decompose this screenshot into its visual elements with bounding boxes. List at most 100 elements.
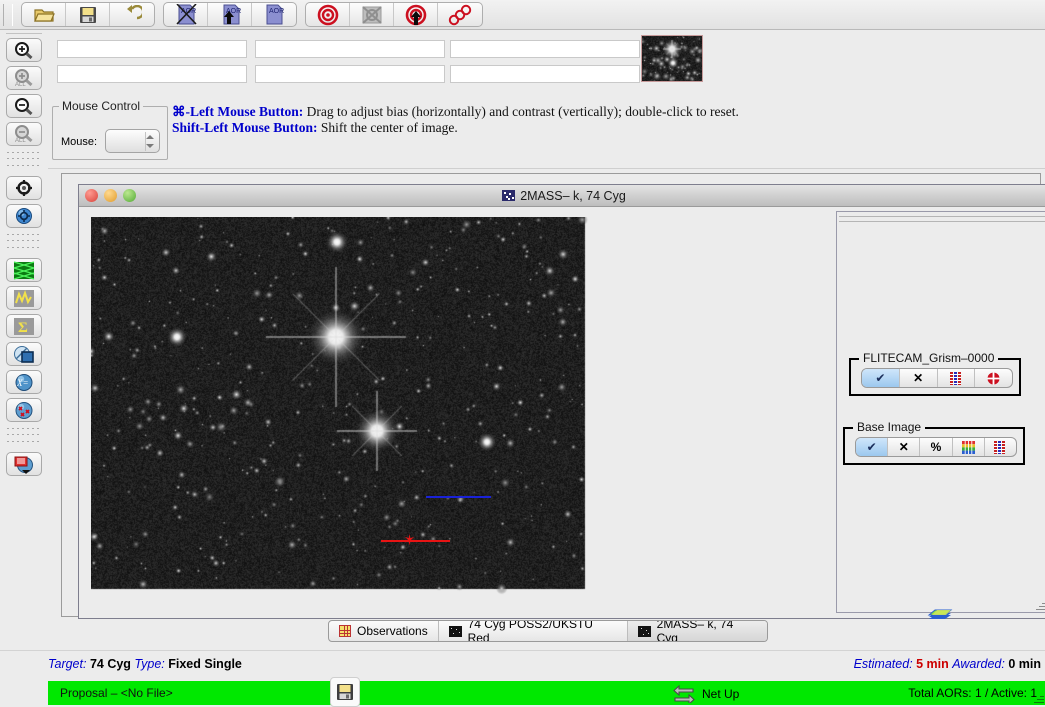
delete-aor-button[interactable]: AOR: [164, 3, 208, 26]
awarded-value: 0 min: [1008, 657, 1041, 671]
sky-thumb-icon: [502, 190, 516, 201]
tab-2mass[interactable]: 2MASS– k, 74 Cyg: [627, 621, 767, 641]
estimated-value: 5 min: [916, 657, 949, 671]
statistics-sigma-icon: Σ: [14, 317, 34, 336]
compute-button[interactable]: X=: [6, 370, 42, 394]
base-hide-button[interactable]: ✕: [888, 438, 921, 456]
mouse-help-text: ⌘-Left Mouse Button: Drag to adjust bias…: [172, 104, 872, 136]
zoom-in-all-button[interactable]: ALL: [6, 66, 42, 90]
target-disabled-button[interactable]: [350, 3, 394, 26]
instrument-hide-button[interactable]: ✕: [900, 369, 938, 387]
instrument-color-table-button[interactable]: [938, 369, 976, 387]
help-line-2: Shift-Left Mouse Button: Shift the cente…: [172, 120, 872, 136]
status-save-button[interactable]: [330, 677, 360, 707]
revert-arrow-icon: [127, 4, 142, 19]
grid-overlay-icon: [13, 260, 35, 280]
tab-poss2[interactable]: 74 Cyg POSS2/UKSTU Red: [439, 621, 628, 641]
markers-icon: [15, 401, 33, 419]
red-star-marker[interactable]: ✶: [402, 533, 417, 548]
crosshair-sphere-icon: [16, 208, 32, 224]
color-table-icon: [949, 371, 961, 385]
target-status-line: Target: 74 Cyg Type: Fixed Single Estima…: [0, 650, 1045, 678]
status-bar-left-gutter: [0, 681, 48, 705]
zoom-out-button[interactable]: [6, 94, 42, 118]
spinner-arrows[interactable]: [145, 132, 154, 151]
blue-slit-overlay[interactable]: [426, 496, 491, 498]
window-resize-grip[interactable]: [1034, 694, 1044, 704]
aor-new-icon: AOR: [266, 4, 284, 25]
layer-stack-icon[interactable]: [923, 606, 957, 624]
center-target-button[interactable]: [6, 176, 42, 200]
sky-image-viewport[interactable]: ✶: [91, 217, 824, 599]
target-status-right: Estimated: 5 min Awarded: 0 min: [854, 657, 1041, 671]
toolbar-group-aor: AOR AOR AOR: [163, 2, 297, 27]
form-field-6[interactable]: [450, 65, 640, 83]
layers-menu-icon: [14, 456, 33, 474]
revert-button[interactable]: [110, 3, 154, 26]
base-stretch-button[interactable]: %: [920, 438, 953, 456]
statistics-button[interactable]: Σ: [6, 314, 42, 338]
save-file-button[interactable]: [66, 3, 110, 26]
zoom-in-icon: [15, 42, 33, 59]
image-select-icon: [14, 345, 34, 363]
pane-divider-2: [839, 221, 1045, 222]
pane-resize-handle[interactable]: [1035, 600, 1045, 611]
internal-image-window: 2MASS– k, 74 Cyg ✶ FLITECAM_Grism–0000 ✔…: [78, 184, 1045, 619]
grid-overlay-button[interactable]: [6, 258, 42, 282]
base-color-table-button[interactable]: [985, 438, 1016, 456]
color-table-icon: [994, 440, 1006, 454]
help-value-1: Drag to adjust bias (horizontally) and c…: [303, 104, 739, 119]
aor-delete-icon: AOR: [175, 4, 197, 25]
recenter-image-button[interactable]: [6, 204, 42, 228]
tab-observations[interactable]: Observations: [329, 621, 439, 641]
linked-targets-button[interactable]: [438, 3, 482, 26]
awarded-label: Awarded:: [952, 657, 1005, 671]
network-status: Net Up: [673, 685, 739, 703]
form-field-2[interactable]: [255, 40, 445, 58]
form-field-1[interactable]: [57, 40, 247, 58]
aor-upload-icon: AOR: [223, 4, 241, 25]
zoom-in-button[interactable]: [6, 38, 42, 62]
sky-preview-thumbnail[interactable]: [641, 35, 703, 82]
palette-dot-divider: [0, 146, 48, 172]
chevron-down-icon[interactable]: [146, 144, 154, 149]
instrument-show-button[interactable]: ✔: [862, 369, 900, 387]
plot-profile-button[interactable]: [6, 286, 42, 310]
target-upload-icon: [405, 4, 426, 25]
form-field-4[interactable]: [57, 65, 247, 83]
base-show-button[interactable]: ✔: [856, 438, 889, 456]
instrument-center-target-button[interactable]: [975, 369, 1012, 387]
sky-thumb-icon: [637, 625, 651, 637]
target-label: Target:: [48, 657, 87, 671]
new-aor-button[interactable]: AOR: [252, 3, 296, 26]
open-file-button[interactable]: [22, 3, 66, 26]
target-plus-icon: [987, 372, 1000, 384]
upload-target-button[interactable]: [394, 3, 438, 26]
layers-menu-button[interactable]: [6, 452, 42, 476]
zoom-out-all-button[interactable]: ALL: [6, 122, 42, 146]
mouse-spinner[interactable]: [105, 129, 160, 153]
net-status-label: Net Up: [702, 687, 740, 701]
form-field-3[interactable]: [450, 40, 640, 58]
image-window-titlebar[interactable]: 2MASS– k, 74 Cyg: [79, 185, 1045, 207]
view-tab-bar: Observations 74 Cyg POSS2/UKSTU Red 2MAS…: [328, 620, 768, 642]
palette-dot-divider-3: [0, 422, 48, 448]
close-x-icon: ✕: [898, 440, 909, 454]
toolbar-group-file: [21, 2, 155, 27]
markers-button[interactable]: [6, 398, 42, 422]
form-field-5[interactable]: [255, 65, 445, 83]
instrument-group-title: FLITECAM_Grism–0000: [859, 351, 999, 365]
tab-observations-label: Observations: [357, 624, 428, 638]
toolbar-drag-handle[interactable]: [3, 3, 13, 26]
help-key-2: Shift-Left Mouse Button:: [172, 120, 318, 135]
image-select-button[interactable]: [6, 342, 42, 366]
submit-aor-button[interactable]: AOR: [208, 3, 252, 26]
base-color-bars-button[interactable]: [953, 438, 985, 456]
target-button[interactable]: [306, 3, 350, 26]
image-desktop: 2MASS– k, 74 Cyg ✶ FLITECAM_Grism–0000 ✔…: [48, 168, 1045, 641]
base-image-group-box: Base Image ✔ ✕ %: [843, 420, 1025, 465]
chevron-up-icon[interactable]: [146, 134, 154, 139]
save-floppy-icon: [337, 684, 353, 700]
mouse-field-label: Mouse:: [61, 136, 98, 148]
target-disabled-icon: [361, 5, 382, 24]
